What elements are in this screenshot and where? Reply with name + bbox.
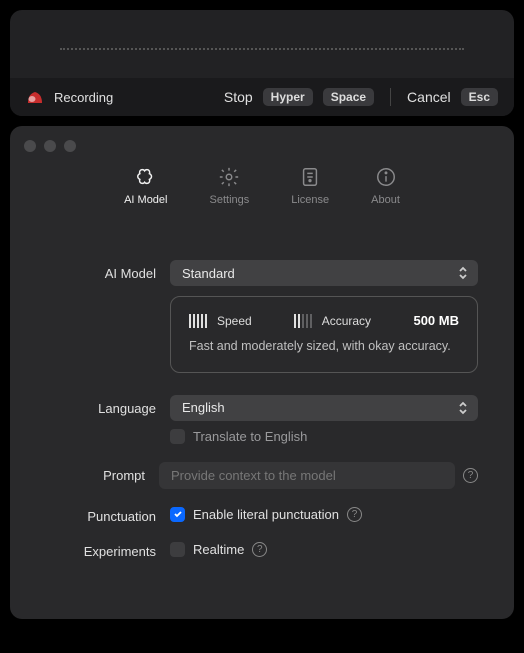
chevron-up-down-icon xyxy=(456,265,470,281)
language-label: Language xyxy=(46,395,156,416)
minimize-window-button[interactable] xyxy=(44,140,56,152)
punctuation-cb-label: Enable literal punctuation xyxy=(193,507,339,522)
info-icon xyxy=(375,166,397,188)
model-description: Fast and moderately sized, with okay acc… xyxy=(189,338,459,356)
prompt-help-icon[interactable]: ? xyxy=(463,468,478,483)
recording-icon xyxy=(26,88,44,106)
tab-label: License xyxy=(291,194,329,206)
tab-settings[interactable]: Settings xyxy=(210,166,250,206)
cancel-label: Cancel xyxy=(407,89,451,105)
tab-about[interactable]: About xyxy=(371,166,400,206)
experiments-label: Experiments xyxy=(46,538,156,559)
speed-label: Speed xyxy=(217,314,252,328)
accuracy-label: Accuracy xyxy=(322,314,371,328)
speed-bars-icon xyxy=(189,314,207,328)
license-icon xyxy=(299,166,321,188)
tab-bar: AI Model Settings License About xyxy=(10,156,514,224)
gear-icon xyxy=(218,166,240,188)
language-select[interactable]: English xyxy=(170,395,478,421)
hotkey-space: Space xyxy=(323,88,374,106)
close-window-button[interactable] xyxy=(24,140,36,152)
tab-label: About xyxy=(371,194,400,206)
settings-window: AI Model Settings License About AI Model xyxy=(10,126,514,619)
prompt-label: Prompt xyxy=(46,462,145,483)
model-size: 500 MB xyxy=(413,313,459,328)
realtime-help-icon[interactable]: ? xyxy=(252,542,267,557)
translate-checkbox[interactable] xyxy=(170,429,185,444)
accuracy-bars-icon xyxy=(294,314,312,328)
punctuation-checkbox[interactable] xyxy=(170,507,185,522)
window-controls xyxy=(10,126,514,156)
realtime-cb-label: Realtime xyxy=(193,542,244,557)
ai-model-value: Standard xyxy=(182,266,235,281)
chevron-up-down-icon xyxy=(456,400,470,416)
stop-label: Stop xyxy=(224,89,253,105)
translate-label: Translate to English xyxy=(193,429,307,444)
tab-label: Settings xyxy=(210,194,250,206)
ai-model-label: AI Model xyxy=(46,260,156,281)
recording-status: Recording xyxy=(54,90,113,105)
tab-ai-model[interactable]: AI Model xyxy=(124,166,167,206)
divider xyxy=(390,88,391,106)
tab-license[interactable]: License xyxy=(291,166,329,206)
recording-toolbar: Recording Stop Hyper Space Cancel Esc xyxy=(10,78,514,116)
zoom-window-button[interactable] xyxy=(64,140,76,152)
hotkey-hyper: Hyper xyxy=(263,88,313,106)
prompt-input[interactable]: Provide context to the model xyxy=(159,462,455,489)
waveform-placeholder xyxy=(60,48,464,50)
tab-label: AI Model xyxy=(124,194,167,206)
brain-icon xyxy=(135,166,157,188)
realtime-checkbox[interactable] xyxy=(170,542,185,557)
hotkey-esc: Esc xyxy=(461,88,498,106)
recording-panel: Recording Stop Hyper Space Cancel Esc xyxy=(10,10,514,116)
language-value: English xyxy=(182,400,225,415)
punctuation-help-icon[interactable]: ? xyxy=(347,507,362,522)
model-info-card: Speed Accuracy 500 MB Fast and moderatel… xyxy=(170,296,478,373)
punctuation-label: Punctuation xyxy=(46,503,156,524)
form-area: AI Model Standard Speed xyxy=(10,224,514,559)
ai-model-select[interactable]: Standard xyxy=(170,260,478,286)
